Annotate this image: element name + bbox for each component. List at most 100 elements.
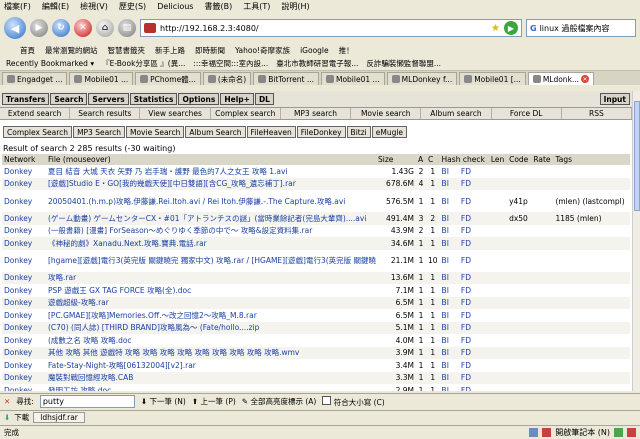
browser-tab[interactable]: MLDonkey f... bbox=[386, 72, 458, 85]
checkbox-icon[interactable] bbox=[322, 395, 332, 405]
search-input[interactable] bbox=[539, 23, 625, 33]
file-link[interactable]: 魔裝對戰回憶經攻略.CAB bbox=[46, 371, 376, 384]
file-link[interactable]: (成數之名 攻略 攻略.doc bbox=[46, 334, 376, 347]
ml-sub-link[interactable]: Movie search bbox=[351, 108, 422, 119]
bitzi-link[interactable]: BI bbox=[442, 323, 449, 332]
ml-sub-link[interactable]: Force DL bbox=[492, 108, 562, 119]
ml-nav-button[interactable]: DL bbox=[254, 93, 274, 105]
menu-item[interactable]: 檔案(F) bbox=[4, 1, 31, 12]
table-row[interactable]: Donkey (一般書籍) [漫畫] ForSeason～めぐりゆく季節の中で～ … bbox=[2, 225, 630, 238]
file-link[interactable]: (C70) (同人誌) [THIRD BRAND]攻略風為～ (Fate/hol… bbox=[46, 321, 376, 334]
bookmark-item[interactable]: Yahoo!奇摩家族 bbox=[235, 45, 290, 56]
stop-icon[interactable]: ✕ bbox=[74, 19, 92, 37]
bookmark-item[interactable]: iGoogle bbox=[300, 46, 329, 55]
table-row[interactable]: Donkey 攻略.rar 13.6M 1 1 BI FD bbox=[2, 271, 630, 284]
table-row[interactable]: Donkey 魔裝對戰回憶經攻略.CAB 3.3M 1 1 BI FD bbox=[2, 371, 630, 384]
filedonkey-link[interactable]: FD bbox=[461, 323, 471, 332]
bitzi-link[interactable]: BI bbox=[442, 226, 449, 235]
ml-sub-link[interactable]: RSS bbox=[562, 108, 632, 119]
forward-icon[interactable]: ▶ bbox=[30, 19, 48, 37]
menu-item[interactable]: 檢視(V) bbox=[80, 1, 108, 12]
filedonkey-link[interactable]: FD bbox=[461, 336, 471, 345]
ml-nav-button[interactable]: Transfers bbox=[2, 93, 50, 105]
bookmark-star-icon[interactable]: ★ bbox=[491, 23, 500, 34]
bitzi-link[interactable]: BI bbox=[442, 298, 449, 307]
menu-item[interactable]: 歷史(S) bbox=[119, 1, 146, 12]
vertical-scrollbar[interactable] bbox=[632, 91, 640, 391]
ml-sub-link[interactable]: MP3 search bbox=[281, 108, 352, 119]
bitzi-link[interactable]: BI bbox=[442, 214, 449, 223]
table-row[interactable]: Donkey 其他 攻略 其他 遊戲特 攻略 攻略 攻略 攻略 攻略 攻略 攻略 … bbox=[2, 346, 630, 359]
search-type-button[interactable]: FileDonkey bbox=[296, 126, 346, 138]
ml-sub-link[interactable]: Search results bbox=[70, 108, 141, 119]
column-header[interactable]: Code bbox=[507, 154, 532, 165]
back-icon[interactable]: ◀ bbox=[4, 17, 26, 39]
column-header[interactable]: A bbox=[416, 154, 426, 165]
ml-sub-link[interactable]: Extend search bbox=[0, 108, 71, 119]
menu-item[interactable]: 說明(H) bbox=[281, 1, 309, 12]
filedonkey-link[interactable]: FD bbox=[461, 361, 471, 370]
file-link[interactable]: (ゲーム動畫) ゲームセンターCX・#01「アトランチスの謎」(當時業餘記者(完… bbox=[46, 212, 376, 225]
menu-item[interactable]: 工具(T) bbox=[243, 1, 270, 12]
bookmark-item[interactable]: 最常瀏覽的網站 bbox=[45, 45, 98, 56]
ml-nav-button[interactable]: Statistics bbox=[129, 93, 178, 105]
bookmark-item[interactable]: 新手上路 bbox=[155, 45, 185, 56]
close-find-icon[interactable]: ✕ bbox=[4, 397, 10, 406]
filedonkey-link[interactable]: FD bbox=[461, 197, 471, 206]
search-type-button[interactable]: Bitzi bbox=[346, 126, 371, 138]
bookmark-item[interactable]: 首頁 bbox=[20, 45, 35, 56]
column-header[interactable]: Size bbox=[376, 154, 416, 165]
ml-sub-link[interactable]: Complex search bbox=[211, 108, 281, 119]
column-header[interactable]: File (mouseover) bbox=[46, 154, 376, 165]
bitzi-link[interactable]: BI bbox=[442, 336, 449, 345]
file-link[interactable]: Fate-Stay-Night-攻略[06132004][v2].rar bbox=[46, 359, 376, 372]
browser-tab[interactable]: (未命名) bbox=[202, 72, 252, 85]
file-link[interactable]: 20050401.(h.m.p)攻略.伊藤謙.Rei.Itoh.avi / Re… bbox=[46, 190, 376, 212]
addon-icon[interactable] bbox=[529, 428, 539, 437]
table-row[interactable]: Donkey Fate-Stay-Night-攻略[06132004][v2].r… bbox=[2, 359, 630, 372]
bitzi-link[interactable]: BI bbox=[442, 167, 449, 176]
url-input[interactable] bbox=[160, 23, 488, 33]
menu-item[interactable]: Delicious bbox=[157, 2, 193, 11]
bitzi-link[interactable]: BI bbox=[442, 311, 449, 320]
table-row[interactable]: Donkey 發明工坊 攻略.doc 2.9M 1 1 BI FD bbox=[2, 384, 630, 391]
table-row[interactable]: Donkey [PC.GMAE][攻略]Memories.Off.～改之回憶2～攻… bbox=[2, 309, 630, 322]
table-row[interactable]: Donkey 《神秘的劇》Xanadu.Next.攻略.寶典.電話.rar 34.6… bbox=[2, 237, 630, 250]
file-link[interactable]: [PC.GMAE][攻略]Memories.Off.～改之回憶2～攻略_M.8.… bbox=[46, 309, 376, 322]
find-prev-button[interactable]: ⬆ 上一筆 (P) bbox=[192, 396, 236, 407]
ml-nav-button[interactable]: Help+ bbox=[220, 93, 254, 105]
filedonkey-link[interactable]: FD bbox=[461, 298, 471, 307]
home-icon[interactable]: ⌂ bbox=[96, 19, 114, 37]
filedonkey-link[interactable]: FD bbox=[461, 273, 471, 282]
filedonkey-link[interactable]: FD bbox=[461, 286, 471, 295]
column-header[interactable]: Len bbox=[488, 154, 508, 165]
bookmark-item[interactable]: 『E-Book分享區 』(異... bbox=[102, 58, 185, 69]
search-type-button[interactable]: Album Search bbox=[185, 126, 246, 138]
bitzi-link[interactable]: BI bbox=[442, 239, 449, 248]
ml-nav-button[interactable]: Servers bbox=[88, 93, 129, 105]
filedonkey-link[interactable]: FD bbox=[461, 167, 471, 176]
table-row[interactable]: Donkey (C70) (同人誌) [THIRD BRAND]攻略風為～ (Fa… bbox=[2, 321, 630, 334]
reload-icon[interactable]: ↻ bbox=[52, 19, 70, 37]
find-input[interactable] bbox=[39, 395, 135, 408]
column-header[interactable]: Rate bbox=[531, 154, 554, 165]
file-link[interactable]: 遊戲超級-攻略.rar bbox=[46, 296, 376, 309]
bookmark-item[interactable]: 智慧書籤夾 bbox=[108, 45, 146, 56]
google-icon[interactable]: G bbox=[530, 24, 537, 33]
file-link[interactable]: (一般書籍) [漫畫] ForSeason～めぐりゆく季節の中で～ 攻略&設定資… bbox=[46, 225, 376, 238]
browser-tab[interactable]: Mobile01 [... bbox=[459, 72, 526, 85]
ml-sub-link[interactable]: View searches bbox=[140, 108, 211, 119]
browser-tab[interactable]: BitTorrent ... bbox=[253, 72, 319, 85]
menu-item[interactable]: 編輯(E) bbox=[42, 1, 69, 12]
bitzi-link[interactable]: BI bbox=[442, 179, 449, 188]
search-type-button[interactable]: eMugle bbox=[371, 126, 408, 138]
column-header[interactable]: C bbox=[426, 154, 440, 165]
bitzi-link[interactable]: BI bbox=[442, 197, 449, 206]
go-icon[interactable]: ▶ bbox=[504, 21, 518, 35]
table-row[interactable]: Donkey (成數之名 攻略 攻略.doc 4.0M 1 1 BI FD bbox=[2, 334, 630, 347]
filedonkey-link[interactable]: FD bbox=[461, 386, 471, 391]
table-row[interactable]: Donkey [hgame][遊戲]電行3(英完版 關鍵曉完 獨家中文) 攻略.r… bbox=[2, 250, 630, 272]
bitzi-link[interactable]: BI bbox=[442, 361, 449, 370]
table-row[interactable]: Donkey PSP 遊戲王 GX TAG FORCE 攻略(全).doc 7.1M… bbox=[2, 284, 630, 297]
table-row[interactable]: Donkey (ゲーム動畫) ゲームセンターCX・#01「アトランチスの謎」(當時… bbox=[2, 212, 630, 225]
